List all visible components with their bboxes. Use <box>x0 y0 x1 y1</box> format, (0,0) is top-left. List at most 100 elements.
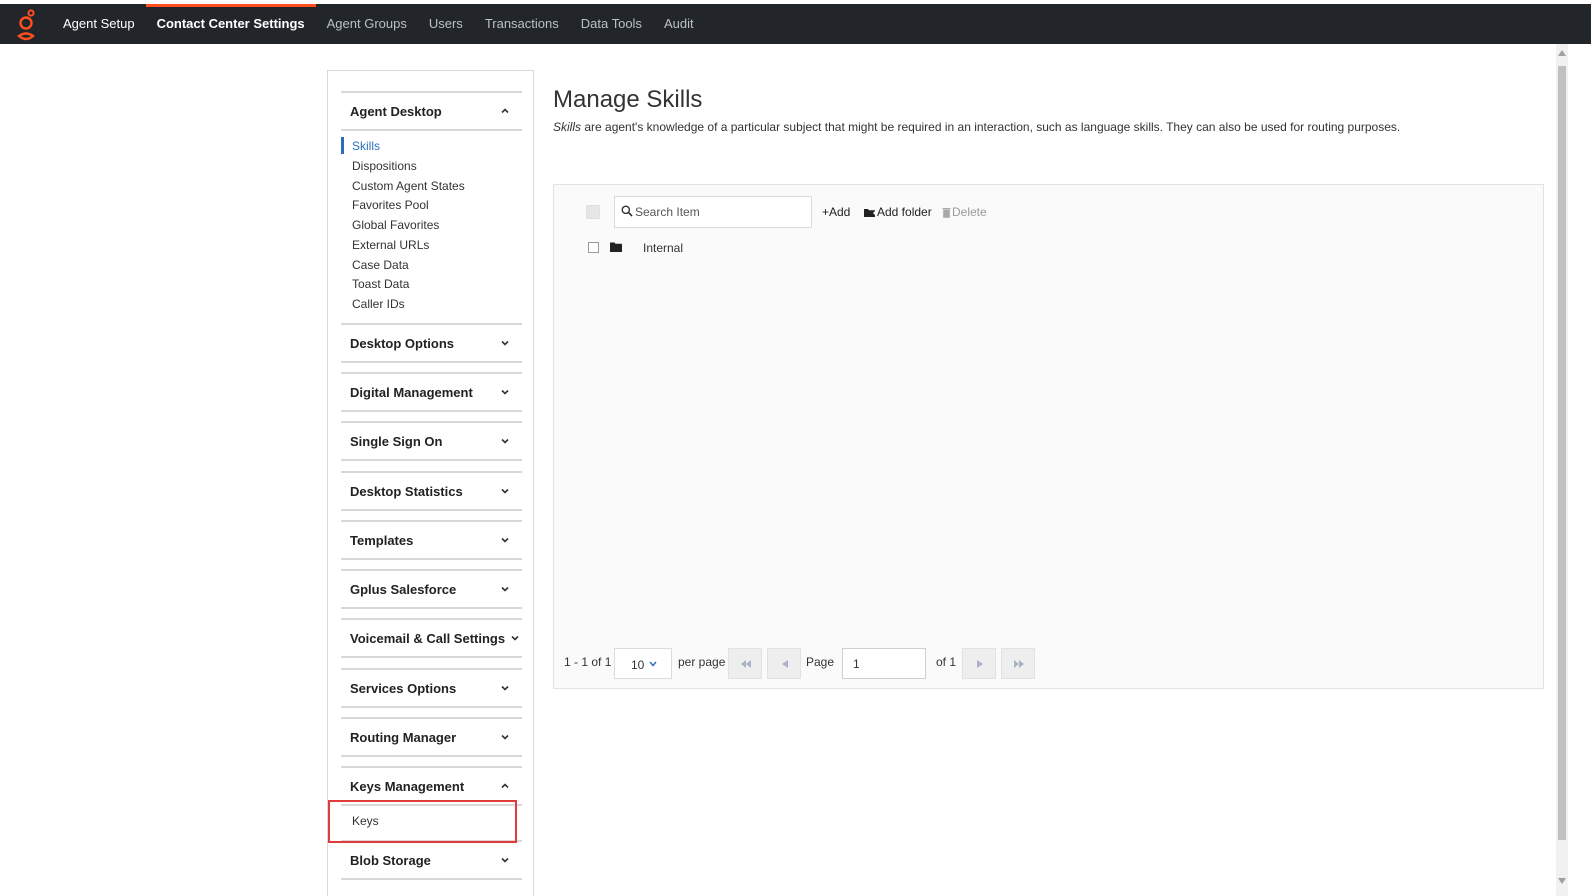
page-title: Manage Skills <box>553 86 703 113</box>
settings-sidebar: Agent Desktop Skills Dispositions Custom… <box>327 70 534 896</box>
folder-plus-icon <box>864 208 876 217</box>
sidebar-item-dispositions[interactable]: Dispositions <box>341 156 522 176</box>
sidebar-item-global-favorites[interactable]: Global Favorites <box>341 215 522 235</box>
double-chevron-right-icon <box>1014 660 1024 668</box>
sidebar-subitems: Keys <box>341 811 522 831</box>
sidebar-section-header-desktop-options[interactable]: Desktop Options <box>341 323 522 363</box>
sidebar-item-custom-agent-states[interactable]: Custom Agent States <box>341 176 522 196</box>
chevron-down-icon <box>501 340 509 346</box>
nav-agent-setup[interactable]: Agent Setup <box>52 4 146 44</box>
add-folder-label: Add folder <box>877 205 932 219</box>
sidebar-section-header-single-sign-on[interactable]: Single Sign On <box>341 421 522 461</box>
nav-contact-center-settings[interactable]: Contact Center Settings <box>145 4 316 44</box>
chevron-down-icon <box>511 635 519 641</box>
next-page-button[interactable] <box>962 648 996 679</box>
sidebar-section-title: Single Sign On <box>350 433 443 449</box>
page-scrollbar[interactable] <box>1556 44 1568 896</box>
search-input[interactable] <box>635 197 805 227</box>
sidebar-section-title: Gplus Salesforce <box>350 581 457 597</box>
nav-transactions[interactable]: Transactions <box>474 4 570 44</box>
chevron-up-icon <box>501 783 509 789</box>
chevron-down-icon <box>501 734 509 740</box>
folder-icon <box>610 242 622 252</box>
delete-label: Delete <box>952 205 987 219</box>
sidebar-item-skills[interactable]: Skills <box>341 136 522 156</box>
sidebar-section-header-agent-desktop[interactable]: Agent Desktop <box>341 91 522 131</box>
page-description-emphasis: Skills <box>553 120 582 134</box>
last-page-button[interactable] <box>1001 648 1035 679</box>
main-nav: Agent Setup Contact Center Settings Agen… <box>52 4 705 44</box>
per-page-select[interactable]: 10 <box>614 648 672 679</box>
chevron-down-icon <box>501 389 509 395</box>
nav-agent-groups[interactable]: Agent Groups <box>316 4 418 44</box>
sidebar-section-title: Blob Storage <box>350 852 431 868</box>
sidebar-section-title: Templates <box>350 532 414 548</box>
chevron-down-icon <box>501 488 509 494</box>
sidebar-subitems: Skills Dispositions Custom Agent States … <box>341 136 522 314</box>
delete-button[interactable]: Delete <box>942 205 987 219</box>
sidebar-section-title: Voicemail & Call Settings <box>350 630 506 646</box>
chevron-down-icon <box>501 438 509 444</box>
sidebar-section-title: Services Options <box>350 680 457 696</box>
add-label: +Add <box>822 205 851 219</box>
pager-range: 1 - 1 of 1 <box>564 655 612 669</box>
sidebar-section-header-services-options[interactable]: Services Options <box>341 668 522 708</box>
sidebar-item-case-data[interactable]: Case Data <box>341 255 522 275</box>
page-number-input[interactable] <box>842 648 926 679</box>
chevron-down-icon <box>501 685 509 691</box>
sidebar-section-header-gplus-salesforce[interactable]: Gplus Salesforce <box>341 569 522 609</box>
scrollbar-thumb[interactable] <box>1558 66 1566 840</box>
page-label: Page <box>806 655 835 669</box>
page-total: of 1 <box>936 655 957 669</box>
double-chevron-left-icon <box>741 660 751 668</box>
search-icon <box>621 205 633 217</box>
chevron-down-icon <box>501 586 509 592</box>
trash-icon <box>942 207 951 218</box>
previous-page-button[interactable] <box>767 648 801 679</box>
nav-data-tools[interactable]: Data Tools <box>570 4 653 44</box>
chevron-right-icon <box>977 660 983 668</box>
sidebar-item-external-urls[interactable]: External URLs <box>341 235 522 255</box>
sidebar-section-header-keys-management[interactable]: Keys Management <box>341 766 522 806</box>
per-page-value: 10 <box>631 658 645 672</box>
sidebar-section-header-desktop-statistics[interactable]: Desktop Statistics <box>341 471 522 511</box>
sidebar-section-header-routing-manager[interactable]: Routing Manager <box>341 717 522 757</box>
chevron-left-icon <box>782 660 788 668</box>
chevron-down-icon <box>649 661 657 667</box>
sidebar-item-caller-ids[interactable]: Caller IDs <box>341 294 522 314</box>
sidebar-item-favorites-pool[interactable]: Favorites Pool <box>341 195 522 215</box>
chevron-up-icon <box>501 108 509 114</box>
page-description: Skills are agent's knowledge of a partic… <box>553 120 1400 134</box>
sidebar-section-title: Desktop Statistics <box>350 483 463 499</box>
chevron-down-icon <box>501 537 509 543</box>
sidebar-item-toast-data[interactable]: Toast Data <box>341 274 522 294</box>
pagination: 1 - 1 of 1 10 per page Page of 1 <box>564 647 1064 679</box>
nav-audit[interactable]: Audit <box>653 4 705 44</box>
scroll-down-arrow-icon[interactable] <box>1558 878 1566 884</box>
page-description-text: are agent's knowledge of a particular su… <box>581 120 1401 134</box>
search-box <box>614 196 812 228</box>
chevron-down-icon <box>501 857 509 863</box>
genesys-logo-icon[interactable] <box>14 9 38 43</box>
sidebar-section-title: Keys Management <box>350 778 465 794</box>
per-page-label: per page <box>678 655 726 669</box>
row-checkbox[interactable] <box>588 242 599 253</box>
sidebar-section-title: Digital Management <box>350 384 473 400</box>
sidebar-section-header-templates[interactable]: Templates <box>341 520 522 560</box>
sidebar-section-header-digital-management[interactable]: Digital Management <box>341 372 522 412</box>
sidebar-section-header-voicemail-call-settings[interactable]: Voicemail & Call Settings <box>341 618 522 658</box>
scroll-up-arrow-icon[interactable] <box>1558 50 1566 56</box>
row-label: Internal <box>643 241 684 255</box>
first-page-button[interactable] <box>728 648 762 679</box>
add-folder-button[interactable]: Add folder <box>864 205 932 219</box>
top-nav-bar: Agent Setup Contact Center Settings Agen… <box>0 0 1591 44</box>
sidebar-section-header-blob-storage[interactable]: Blob Storage <box>341 840 522 880</box>
add-button[interactable]: +Add <box>822 205 850 219</box>
sidebar-section-title: Routing Manager <box>350 729 457 745</box>
nav-users[interactable]: Users <box>418 4 474 44</box>
select-all-checkbox[interactable] <box>586 205 600 219</box>
skills-panel: +Add Add folder Delete Internal 1 - 1 of… <box>553 184 1544 689</box>
sidebar-section-title: Desktop Options <box>350 335 455 351</box>
sidebar-item-keys[interactable]: Keys <box>341 811 522 831</box>
list-item[interactable]: Internal <box>586 239 1486 261</box>
